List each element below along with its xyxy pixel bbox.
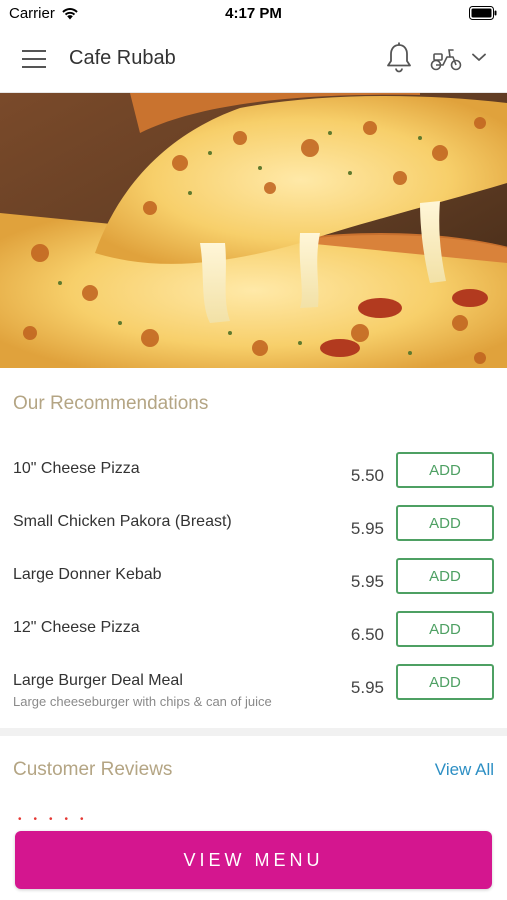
list-item: Large Burger Deal Meal Large cheeseburge… — [0, 664, 507, 725]
view-menu-button[interactable]: VIEW MENU — [15, 831, 492, 889]
rating-stars: ••••• — [18, 814, 96, 825]
view-all-link[interactable]: View All — [435, 760, 494, 780]
item-price: 5.95 — [350, 519, 384, 538]
add-button[interactable]: ADD — [396, 505, 494, 541]
item-price: 5.50 — [350, 466, 384, 485]
hero-pizza-image — [0, 93, 507, 368]
add-button[interactable]: ADD — [396, 611, 494, 647]
chevron-down-icon[interactable] — [472, 53, 486, 62]
scooter-icon[interactable] — [430, 46, 462, 72]
item-price: 6.50 — [350, 625, 384, 644]
item-name: Large Burger Deal Meal — [13, 672, 183, 689]
bell-icon[interactable] — [385, 42, 413, 74]
status-time: 4:17 PM — [225, 5, 282, 22]
add-button[interactable]: ADD — [396, 664, 494, 700]
pizza-illustration — [0, 93, 507, 368]
item-name: Small Chicken Pakora (Breast) — [13, 513, 232, 530]
menu-icon[interactable] — [22, 48, 48, 70]
item-name: 12" Cheese Pizza — [13, 619, 140, 636]
add-button[interactable]: ADD — [396, 452, 494, 488]
recommendations-title: Our Recommendations — [13, 393, 209, 414]
item-name: 10" Cheese Pizza — [13, 460, 140, 477]
restaurant-title: Cafe Rubab — [69, 47, 176, 69]
add-button[interactable]: ADD — [396, 558, 494, 594]
item-name: Large Donner Kebab — [13, 566, 162, 583]
section-divider — [0, 728, 507, 736]
app-header: Cafe Rubab — [0, 26, 507, 93]
item-price: 5.95 — [350, 572, 384, 591]
item-price: 5.95 — [350, 678, 384, 697]
status-bar: Carrier 4:17 PM — [0, 0, 507, 26]
reviews-title: Customer Reviews — [13, 759, 173, 780]
item-description: Large cheeseburger with chips & can of j… — [13, 694, 272, 709]
battery-icon — [469, 6, 497, 20]
